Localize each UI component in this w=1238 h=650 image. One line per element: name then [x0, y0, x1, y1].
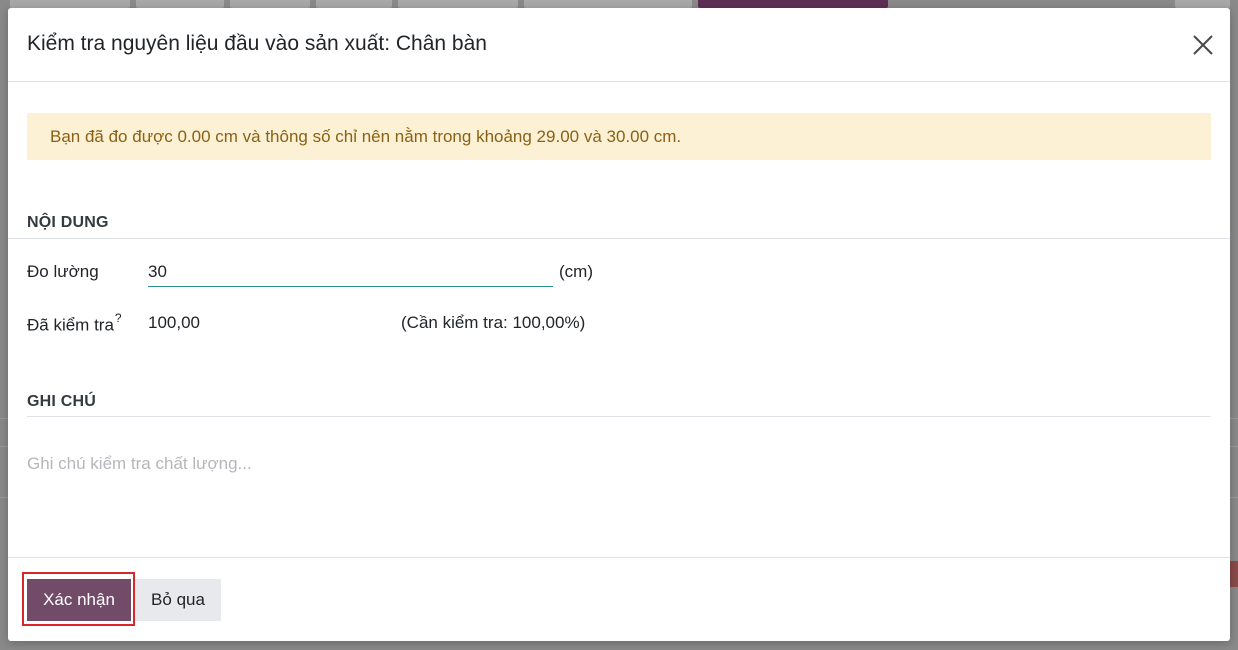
dialog-footer: Xác nhận Bỏ qua	[8, 557, 1230, 641]
background-tab	[230, 0, 310, 8]
measure-label: Đo lường	[27, 262, 99, 281]
notes-input[interactable]	[27, 449, 1207, 479]
discard-button[interactable]: Bỏ qua	[135, 579, 221, 621]
background-tab	[1175, 0, 1230, 8]
close-button[interactable]	[1190, 32, 1216, 58]
close-icon	[1193, 35, 1213, 55]
warning-alert: Bạn đã đo được 0.00 cm và thông số chỉ n…	[27, 113, 1211, 160]
tested-label: Đã kiểm tra	[27, 315, 114, 335]
notes-section-divider	[27, 416, 1211, 417]
dialog-title: Kiểm tra nguyên liệu đầu vào sản xuất: C…	[27, 32, 487, 55]
tested-value: 100,00	[148, 313, 200, 332]
background-tab	[524, 0, 692, 8]
notes-section-title: GHI CHÚ	[27, 393, 96, 410]
background-tab	[10, 0, 130, 8]
background-tab-active	[698, 0, 888, 8]
measure-input[interactable]	[148, 258, 553, 287]
background-tab	[398, 0, 518, 8]
background-tab	[316, 0, 392, 8]
content-section-title: NỘI DUNG	[27, 214, 109, 231]
required-percentage: (Cần kiểm tra: 100,00%)	[401, 313, 586, 332]
content-section-divider	[8, 238, 1230, 239]
help-tooltip-marker[interactable]: ?	[115, 311, 122, 325]
background-tab	[136, 0, 224, 8]
dialog-header: Kiểm tra nguyên liệu đầu vào sản xuất: C…	[8, 8, 1230, 82]
tested-label-group: Đã kiểm tra?	[27, 311, 122, 336]
confirm-button[interactable]: Xác nhận	[27, 579, 131, 621]
quality-check-dialog: Kiểm tra nguyên liệu đầu vào sản xuất: C…	[8, 8, 1230, 641]
measure-unit: (cm)	[559, 262, 593, 281]
